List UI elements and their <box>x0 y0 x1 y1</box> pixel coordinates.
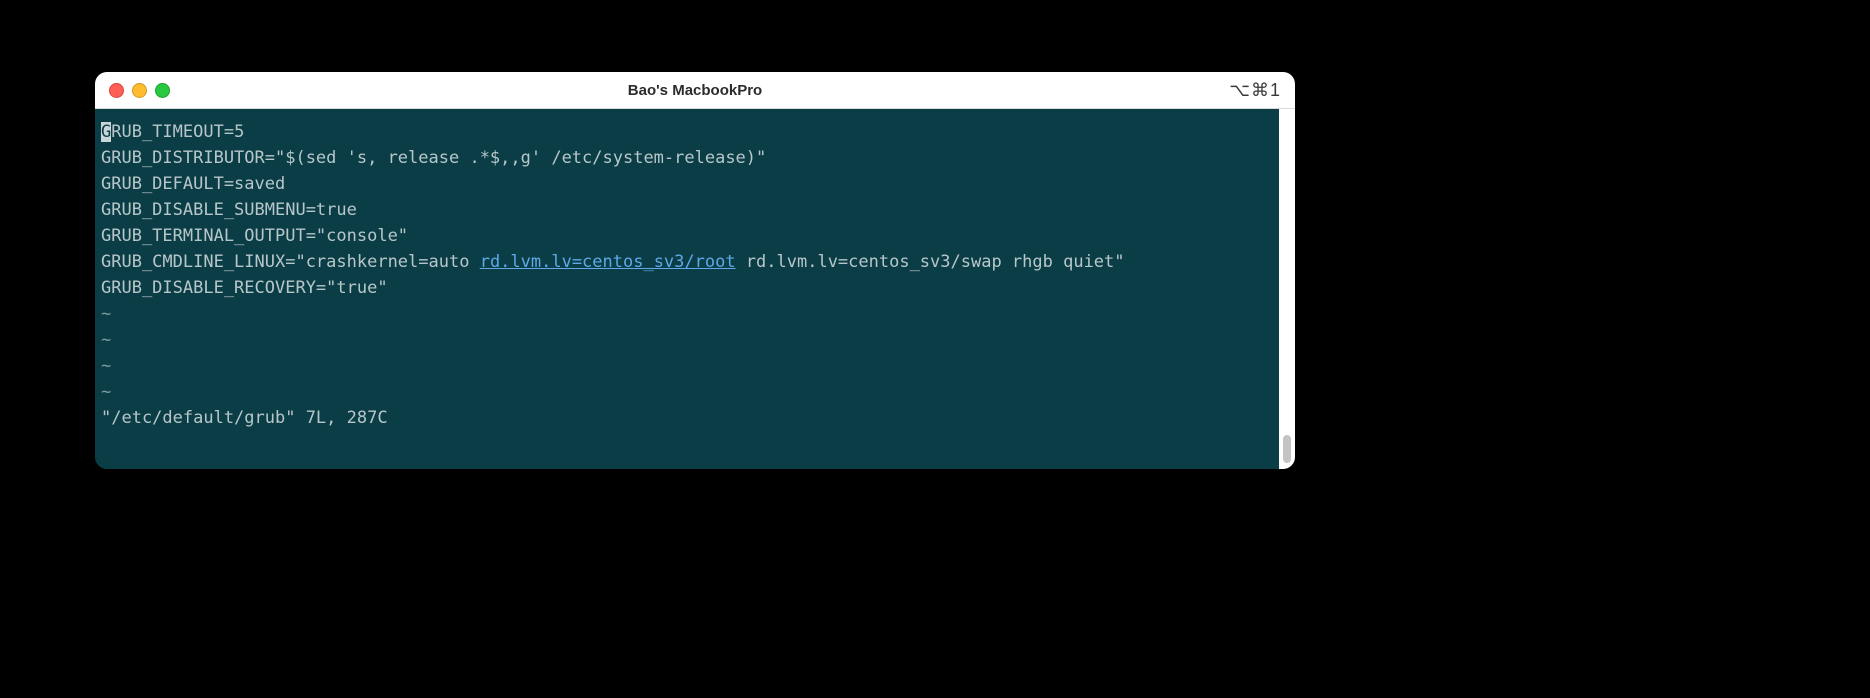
empty-line-marker: ~ <box>101 382 111 402</box>
line-2: GRUB_DEFAULT=saved <box>101 174 285 194</box>
status-line: "/etc/default/grub" 7L, 287C <box>101 408 388 428</box>
line-0-rest: RUB_TIMEOUT=5 <box>111 122 244 142</box>
line-5-pre: GRUB_CMDLINE_LINUX="crashkernel=auto <box>101 252 480 272</box>
line-3: GRUB_DISABLE_SUBMENU=true <box>101 200 357 220</box>
traffic-lights <box>95 83 170 98</box>
line-4: GRUB_TERMINAL_OUTPUT="console" <box>101 226 408 246</box>
empty-line-marker: ~ <box>101 330 111 350</box>
empty-line-marker: ~ <box>101 356 111 376</box>
window-shortcut: ⌥⌘1 <box>1229 72 1281 108</box>
titlebar[interactable]: Bao's MacbookPro ⌥⌘1 <box>95 72 1295 109</box>
terminal-window: Bao's MacbookPro ⌥⌘1 GRUB_TIMEOUT=5 GRUB… <box>95 72 1295 469</box>
line-5-post: rd.lvm.lv=centos_sv3/swap rhgb quiet" <box>736 252 1125 272</box>
close-button[interactable] <box>109 83 124 98</box>
cursor: G <box>101 122 111 142</box>
line-6: GRUB_DISABLE_RECOVERY="true" <box>101 278 388 298</box>
empty-line-marker: ~ <box>101 304 111 324</box>
scrollbar[interactable] <box>1279 109 1295 469</box>
minimize-button[interactable] <box>132 83 147 98</box>
scrollbar-thumb[interactable] <box>1283 435 1291 463</box>
zoom-button[interactable] <box>155 83 170 98</box>
terminal-content[interactable]: GRUB_TIMEOUT=5 GRUB_DISTRIBUTOR="$(sed '… <box>95 109 1279 469</box>
line-1: GRUB_DISTRIBUTOR="$(sed 's, release .*$,… <box>101 148 766 168</box>
terminal-body: GRUB_TIMEOUT=5 GRUB_DISTRIBUTOR="$(sed '… <box>95 109 1295 469</box>
line-5-link[interactable]: rd.lvm.lv=centos_sv3/root <box>480 252 736 272</box>
window-title: Bao's MacbookPro <box>95 82 1295 99</box>
